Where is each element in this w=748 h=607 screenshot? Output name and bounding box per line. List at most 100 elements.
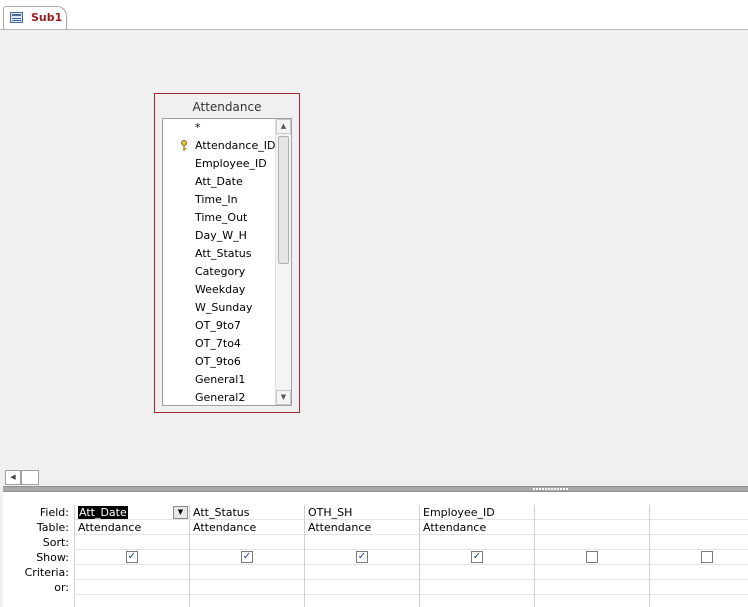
tab-sub1[interactable]: Sub1 xyxy=(3,6,67,29)
scroll-down-icon[interactable]: ▼ xyxy=(276,390,291,405)
grid-cell-show[interactable]: ✓ xyxy=(190,550,304,565)
grid-cell-field[interactable] xyxy=(650,505,748,520)
grid-cell-sort[interactable] xyxy=(420,535,534,550)
query-design-pane[interactable] xyxy=(3,30,748,470)
grid-row-label: or: xyxy=(54,581,69,594)
grid-cell-or[interactable] xyxy=(650,580,748,595)
grid-cell-criteria[interactable] xyxy=(650,565,748,580)
grid-cell-table[interactable]: Attendance xyxy=(75,520,189,535)
grid-cell-text: Attendance xyxy=(78,521,142,534)
show-checkbox[interactable]: ✓ xyxy=(471,551,483,563)
horizontal-scroll-thumb[interactable] xyxy=(21,470,39,485)
grid-column: OTH_SH Attendance ✓ xyxy=(304,505,419,607)
field-list-item[interactable]: W_Sunday xyxy=(163,299,275,317)
field-list-item[interactable]: General2 xyxy=(163,389,275,405)
grid-cell-or[interactable] xyxy=(305,580,419,595)
field-name: W_Sunday xyxy=(195,301,253,314)
scroll-thumb[interactable] xyxy=(278,136,289,264)
scroll-up-icon[interactable]: ▲ xyxy=(276,119,291,134)
grid-cell-field[interactable]: OTH_SH xyxy=(305,505,419,520)
field-list-item[interactable]: OT_7to4 xyxy=(163,335,275,353)
grid-cell-show[interactable]: ✓ xyxy=(420,550,534,565)
primary-key-icon xyxy=(181,140,187,151)
grid-cell-field[interactable] xyxy=(535,505,649,520)
field-list-item[interactable]: Time_Out xyxy=(163,209,275,227)
field-name: Attendance_ID xyxy=(195,139,276,152)
scroll-left-icon[interactable]: ◀ xyxy=(5,470,21,485)
field-name: Employee_ID xyxy=(195,157,267,170)
field-name: Time_In xyxy=(195,193,238,206)
field-list-item[interactable]: OT_9to6 xyxy=(163,353,275,371)
grid-cell-table[interactable] xyxy=(535,520,649,535)
grid-cell-table[interactable]: Attendance xyxy=(190,520,304,535)
field-list-item[interactable]: Time_In xyxy=(163,191,275,209)
grid-cell-sort[interactable] xyxy=(535,535,649,550)
show-checkbox[interactable]: ✓ xyxy=(356,551,368,563)
show-checkbox[interactable] xyxy=(586,551,598,563)
design-grid-pane: Field: Table: Sort: Show: Criteria: or: Att_D… xyxy=(3,492,748,607)
field-list-item[interactable]: Weekday xyxy=(163,281,275,299)
grid-cell-or[interactable] xyxy=(420,580,534,595)
grid-cell-table[interactable]: Attendance xyxy=(305,520,419,535)
field-dropdown-chevron-down-icon[interactable]: ▼ xyxy=(173,506,188,519)
field-list-item[interactable]: Employee_ID xyxy=(163,155,275,173)
field-name: OT_9to7 xyxy=(195,319,241,332)
table-title[interactable]: Attendance xyxy=(155,100,299,114)
grid-row-label: Show: xyxy=(36,551,69,564)
grid-cell-show[interactable] xyxy=(650,550,748,565)
grid-cell-sort[interactable] xyxy=(190,535,304,550)
grid-cell-criteria[interactable] xyxy=(305,565,419,580)
grid-cell-table[interactable]: Attendance xyxy=(420,520,534,535)
grid-cell-criteria[interactable] xyxy=(535,565,649,580)
grid-column: Att_Date ▼ Attendance ✓ xyxy=(74,505,189,607)
grid-cell-sort[interactable] xyxy=(650,535,748,550)
grid-row-label: Field: xyxy=(39,506,69,519)
grid-cell-text: Employee_ID xyxy=(423,506,495,519)
field-name: Weekday xyxy=(195,283,246,296)
grid-cell-table[interactable] xyxy=(650,520,748,535)
field-list-item[interactable]: Att_Date xyxy=(163,173,275,191)
grid-cell-show[interactable] xyxy=(535,550,649,565)
grid-cell-text: Att_Date xyxy=(78,506,128,519)
field-list-scrollbar[interactable]: ▲ ▼ xyxy=(275,119,291,405)
grid-cell-or[interactable] xyxy=(535,580,649,595)
show-checkbox[interactable] xyxy=(701,551,713,563)
field-list-item[interactable]: OT_9to7 xyxy=(163,317,275,335)
field-name: Category xyxy=(195,265,246,278)
field-list-item[interactable]: Att_Status xyxy=(163,245,275,263)
show-checkbox[interactable]: ✓ xyxy=(126,551,138,563)
field-name: General1 xyxy=(195,373,246,386)
grid-cell-text: Attendance xyxy=(193,521,257,534)
grid-cell-text: Attendance xyxy=(423,521,487,534)
query-icon xyxy=(10,12,23,23)
field-list-item[interactable]: General1 xyxy=(163,371,275,389)
grid-cell-text: OTH_SH xyxy=(308,506,353,519)
grid-cell-show[interactable]: ✓ xyxy=(305,550,419,565)
grid-cell-text: Attendance xyxy=(308,521,372,534)
grid-cell-field[interactable]: Employee_ID xyxy=(420,505,534,520)
grid-cell-criteria[interactable] xyxy=(190,565,304,580)
field-name: General2 xyxy=(195,391,246,404)
field-list-item[interactable]: Attendance_ID xyxy=(163,137,275,155)
horizontal-scrollbar[interactable]: ◀ xyxy=(3,470,748,487)
grid-cell-or[interactable] xyxy=(75,580,189,595)
grid-cell-sort[interactable] xyxy=(75,535,189,550)
document-tab-bar: Sub1 xyxy=(0,0,748,30)
field-name: * xyxy=(195,121,201,134)
show-checkbox[interactable]: ✓ xyxy=(241,551,253,563)
field-name: Time_Out xyxy=(195,211,248,224)
field-list-item[interactable]: Category xyxy=(163,263,275,281)
grid-cell-show[interactable]: ✓ xyxy=(75,550,189,565)
grid-cell-or[interactable] xyxy=(190,580,304,595)
grid-column xyxy=(649,505,748,607)
field-list-item[interactable]: * xyxy=(163,119,275,137)
field-list-item[interactable]: Day_W_H xyxy=(163,227,275,245)
grid-cell-criteria[interactable] xyxy=(420,565,534,580)
splitter-grip-icon xyxy=(533,488,569,490)
grid-cell-criteria[interactable] xyxy=(75,565,189,580)
field-name: Day_W_H xyxy=(195,229,247,242)
grid-cell-field[interactable]: Att_Status xyxy=(190,505,304,520)
table-field-list-attendance[interactable]: Attendance General2 General1 OT_9to6 OT_7to… xyxy=(154,93,300,413)
grid-cell-sort[interactable] xyxy=(305,535,419,550)
grid-cell-field[interactable]: Att_Date ▼ xyxy=(75,505,189,520)
